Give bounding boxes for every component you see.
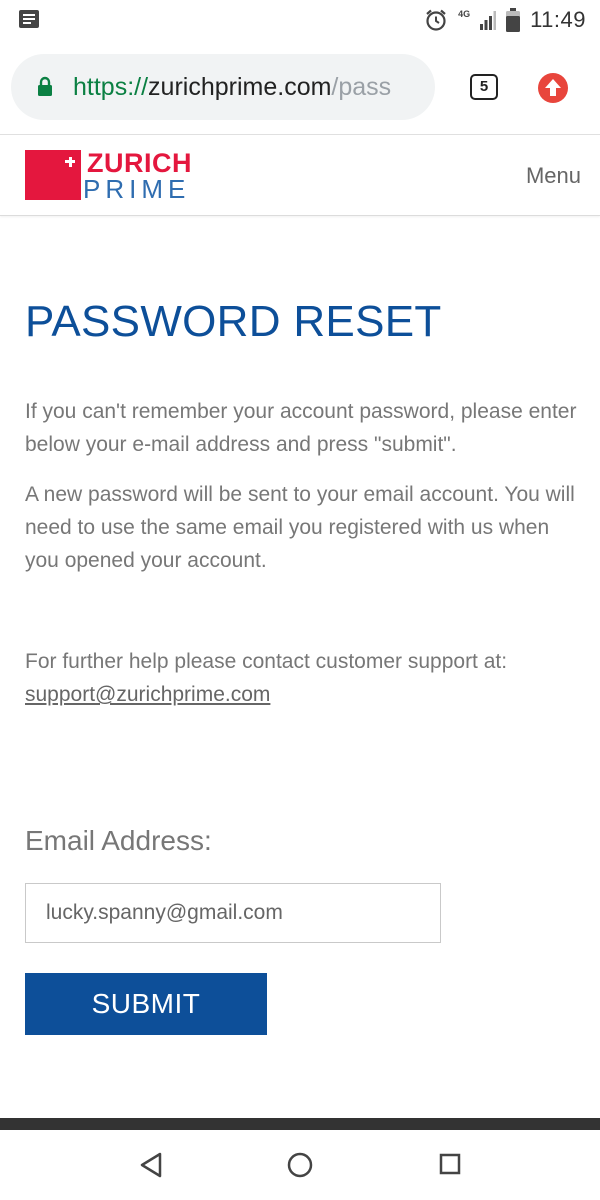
url-path: /pass bbox=[331, 73, 392, 101]
help-text: For further help please contact customer… bbox=[25, 650, 508, 673]
footer-band bbox=[0, 1118, 600, 1130]
zurich-prime-logo[interactable]: ZURICH PRIME bbox=[25, 148, 200, 204]
page-title: PASSWORD RESET bbox=[25, 297, 442, 346]
logo-text-prime: PRIME bbox=[83, 174, 191, 204]
logo-cross-icon bbox=[25, 150, 81, 200]
recent-apps-icon[interactable] bbox=[439, 1153, 461, 1175]
email-input[interactable] bbox=[25, 883, 441, 943]
signal-icon bbox=[480, 11, 497, 30]
address-bar[interactable]: https://zurichprime.com/pass bbox=[11, 54, 435, 120]
submit-button[interactable]: SUBMIT bbox=[25, 973, 267, 1035]
clock: 11:49 bbox=[530, 7, 586, 32]
menu-button[interactable]: Menu bbox=[526, 163, 581, 189]
alarm-icon bbox=[426, 9, 446, 31]
url-text[interactable]: https://zurichprime.com/pass bbox=[73, 70, 423, 104]
help-paragraph: For further help please contact customer… bbox=[25, 645, 580, 711]
back-icon[interactable] bbox=[138, 1151, 164, 1179]
instructions-paragraph: If you can't remember your account passw… bbox=[25, 400, 577, 456]
url-scheme: https:// bbox=[73, 73, 149, 101]
update-icon[interactable] bbox=[537, 72, 569, 104]
lock-icon bbox=[38, 76, 52, 96]
battery-icon bbox=[506, 8, 521, 32]
status-bar: 4G 11:49 bbox=[0, 0, 600, 40]
notification-icon bbox=[19, 10, 39, 28]
new-password-paragraph: A new password will be sent to your emai… bbox=[25, 483, 575, 572]
network-type: 4G bbox=[458, 8, 471, 19]
status-icons: 4G 11:49 bbox=[424, 6, 586, 34]
browser-toolbar: https://zurichprime.com/pass 5 bbox=[0, 40, 600, 135]
tab-switcher-icon[interactable]: 5 bbox=[470, 74, 498, 100]
home-icon[interactable] bbox=[287, 1152, 313, 1178]
navigation-bar bbox=[0, 1130, 600, 1200]
email-label: Email Address: bbox=[25, 825, 212, 856]
url-host: zurichprime.com bbox=[148, 73, 332, 101]
support-email-link[interactable]: support@zurichprime.com bbox=[25, 683, 270, 706]
site-header: ZURICH PRIME Menu bbox=[0, 135, 600, 216]
